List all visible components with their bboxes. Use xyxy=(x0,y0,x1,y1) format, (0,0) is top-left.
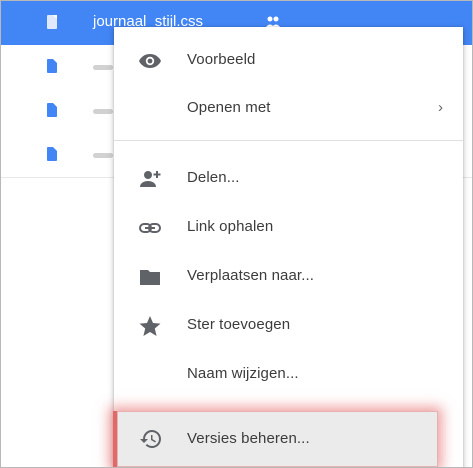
menu-item-label: Voorbeeld xyxy=(187,51,256,68)
document-icon xyxy=(47,15,57,29)
history-icon xyxy=(140,430,161,448)
menu-item-label: Verplaatsen naar... xyxy=(187,267,314,284)
file-name-redacted xyxy=(93,65,113,70)
menu-item-open-with[interactable]: Openen met › xyxy=(114,84,463,134)
person-add-icon xyxy=(140,171,161,187)
folder-icon xyxy=(140,270,160,285)
menu-item-preview[interactable]: Voorbeeld xyxy=(114,36,463,86)
context-menu: Voorbeeld Openen met › Delen... Link oph… xyxy=(114,27,463,467)
menu-item-label: Link ophalen xyxy=(187,218,274,235)
document-icon xyxy=(47,59,57,73)
menu-item-rename[interactable]: Naam wijzigen... xyxy=(114,350,463,400)
menu-item-manage-versions[interactable]: Versies beheren... xyxy=(113,411,438,467)
drive-window: journaal_stijl.css Voorbeeld Openen met … xyxy=(0,0,473,468)
menu-item-add-star[interactable]: Ster toevoegen xyxy=(114,301,463,351)
file-name-redacted xyxy=(93,109,113,114)
document-icon xyxy=(47,103,57,117)
menu-item-label: Versies beheren... xyxy=(187,430,310,447)
eye-icon xyxy=(139,54,161,68)
menu-item-label: Openen met xyxy=(187,99,271,116)
star-icon xyxy=(139,316,161,336)
menu-item-get-link[interactable]: Link ophalen xyxy=(114,203,463,253)
link-icon xyxy=(139,223,161,233)
menu-item-move-to[interactable]: Verplaatsen naar... xyxy=(114,252,463,302)
chevron-right-icon: › xyxy=(438,99,443,116)
menu-item-share[interactable]: Delen... xyxy=(114,154,463,204)
document-icon xyxy=(47,147,57,161)
file-name-redacted xyxy=(93,153,113,158)
menu-item-label: Naam wijzigen... xyxy=(187,365,299,382)
menu-divider xyxy=(114,140,463,141)
menu-item-label: Ster toevoegen xyxy=(187,316,291,333)
menu-item-label: Delen... xyxy=(187,169,240,186)
